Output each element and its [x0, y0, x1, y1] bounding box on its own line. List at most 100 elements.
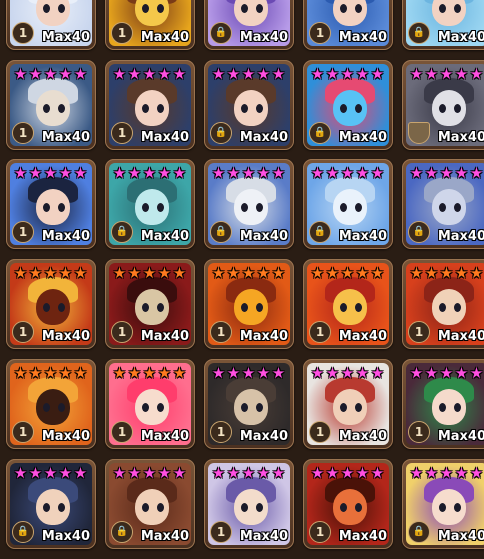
monster-card[interactable]: ★ ★ ★ ★ ★ 🔒 Max40 [105, 459, 195, 549]
monster-card[interactable]: ★ ★ ★ ★ ★ 1 Max40 [6, 359, 96, 449]
lock-icon[interactable]: 🔒 [408, 22, 430, 44]
monster-card[interactable]: ★ ★ ★ ★ ★ 🔒 Max40 [204, 60, 294, 150]
monster-portrait-frame: ★ ★ ★ ★ ★ 1 Max40 [10, 363, 92, 445]
lock-icon[interactable]: 🔒 [309, 122, 331, 144]
star-rating: ★ ★ ★ ★ ★ [310, 66, 385, 82]
lock-icon[interactable]: 🔒 [111, 221, 133, 243]
portrait-eye [157, 4, 164, 13]
monster-card[interactable]: 🔒 Max40 [204, 0, 294, 50]
monster-portrait-frame: ★ ★ ★ ★ ★ 🔒 Max40 [406, 463, 484, 545]
count-badge[interactable]: 1 [12, 321, 34, 343]
count-badge[interactable]: 1 [408, 421, 430, 443]
star-rating: ★ ★ ★ ★ ★ [112, 165, 187, 181]
count-badge[interactable]: 1 [309, 421, 331, 443]
star-icon: ★ [424, 164, 439, 182]
lock-icon[interactable]: 🔒 [111, 521, 133, 543]
lock-icon[interactable]: 🔒 [309, 221, 331, 243]
count-badge[interactable]: 1 [111, 22, 133, 44]
monster-card[interactable]: ★ ★ ★ ★ ★ 1 Max40 [204, 259, 294, 349]
count-badge[interactable]: 1 [408, 321, 430, 343]
portrait-eye [340, 303, 347, 312]
star-icon: ★ [256, 164, 271, 182]
star-icon: ★ [271, 264, 286, 282]
star-icon: ★ [112, 464, 127, 482]
monster-card[interactable]: ★ ★ ★ ★ ★ 🔒 Max40 [6, 459, 96, 549]
monster-card[interactable]: ★ ★ ★ ★ ★ 1 Max40 [402, 359, 484, 449]
star-icon: ★ [469, 464, 484, 482]
monster-card[interactable]: ★ ★ ★ ★ ★ 🔒 Max40 [204, 159, 294, 249]
star-icon: ★ [43, 364, 58, 382]
monster-card[interactable]: ★ ★ ★ ★ ★ Max40 [402, 60, 484, 150]
monster-portrait-frame: ★ ★ ★ ★ ★ Max40 [406, 64, 484, 146]
lock-icon[interactable]: 🔒 [408, 521, 430, 543]
star-icon: ★ [241, 264, 256, 282]
monster-card[interactable]: ★ ★ ★ ★ ★ 1 Max40 [303, 359, 393, 449]
star-icon: ★ [73, 364, 88, 382]
portrait-eye [241, 503, 248, 512]
monster-portrait-frame: 🔒 Max40 [208, 0, 290, 46]
star-icon: ★ [211, 464, 226, 482]
star-icon: ★ [112, 364, 127, 382]
count-badge[interactable]: 1 [210, 321, 232, 343]
lock-icon[interactable]: 🔒 [12, 521, 34, 543]
monster-portrait-frame: ★ ★ ★ ★ ★ 1 Max40 [307, 263, 389, 345]
monster-card[interactable]: ★ ★ ★ ★ ★ 🔒 Max40 [303, 60, 393, 150]
level-label: Max40 [338, 30, 387, 45]
star-rating: ★ ★ ★ ★ ★ [112, 465, 187, 481]
shield-icon[interactable] [408, 122, 430, 144]
count-badge[interactable]: 1 [309, 321, 331, 343]
monster-card[interactable]: ★ ★ ★ ★ ★ 1 Max40 [105, 60, 195, 150]
lock-icon[interactable]: 🔒 [408, 221, 430, 243]
monster-portrait-frame: ★ ★ ★ ★ ★ 1 Max40 [10, 263, 92, 345]
monster-card[interactable]: ★ ★ ★ ★ ★ 🔒 Max40 [105, 159, 195, 249]
monster-card[interactable]: ★ ★ ★ ★ ★ 1 Max40 [402, 259, 484, 349]
count-badge[interactable]: 1 [111, 321, 133, 343]
monster-card[interactable]: ★ ★ ★ ★ ★ 1 Max40 [204, 459, 294, 549]
monster-card[interactable]: ★ ★ ★ ★ ★ 1 Max40 [6, 259, 96, 349]
portrait-eye [142, 104, 149, 113]
count-badge[interactable]: 1 [111, 421, 133, 443]
monster-card[interactable]: ★ ★ ★ ★ ★ 🔒 Max40 [303, 159, 393, 249]
monster-card[interactable]: ★ ★ ★ ★ ★ 1 Max40 [105, 359, 195, 449]
lock-icon[interactable]: 🔒 [210, 221, 232, 243]
star-rating: ★ ★ ★ ★ ★ [112, 66, 187, 82]
count-badge[interactable]: 1 [12, 122, 34, 144]
count-badge[interactable]: 1 [309, 22, 331, 44]
monster-card[interactable]: ★ ★ ★ ★ ★ 1 Max40 [6, 159, 96, 249]
count-badge[interactable]: 1 [12, 221, 34, 243]
monster-card[interactable]: ★ ★ ★ ★ ★ 1 Max40 [105, 259, 195, 349]
portrait-eye [355, 104, 362, 113]
star-icon: ★ [58, 65, 73, 83]
star-rating: ★ ★ ★ ★ ★ [211, 265, 286, 281]
monster-card[interactable]: 1 Max40 [6, 0, 96, 50]
star-rating: ★ ★ ★ ★ ★ [13, 165, 88, 181]
star-rating: ★ ★ ★ ★ ★ [13, 465, 88, 481]
star-icon: ★ [340, 164, 355, 182]
count-badge[interactable]: 1 [12, 421, 34, 443]
monster-grid: 1 Max40 1 Max40 🔒 Max40 1 Max40 🔒 Max40 ★ ★ ★ ★ ★ 1 Max4… [0, 0, 484, 559]
count-badge[interactable]: 1 [12, 22, 34, 44]
star-icon: ★ [325, 164, 340, 182]
portrait-eye [340, 203, 347, 212]
lock-icon[interactable]: 🔒 [210, 22, 232, 44]
portrait-eye [355, 4, 362, 13]
monster-card[interactable]: 1 Max40 [105, 0, 195, 50]
star-icon: ★ [241, 164, 256, 182]
monster-card[interactable]: ★ ★ ★ ★ ★ 1 Max40 [6, 60, 96, 150]
count-badge[interactable]: 1 [210, 521, 232, 543]
count-badge[interactable]: 1 [210, 421, 232, 443]
count-badge[interactable]: 1 [111, 122, 133, 144]
monster-card[interactable]: ★ ★ ★ ★ ★ 1 Max40 [204, 359, 294, 449]
monster-card[interactable]: ★ ★ ★ ★ ★ 1 Max40 [303, 259, 393, 349]
portrait-eye [58, 403, 65, 412]
count-badge[interactable]: 1 [309, 521, 331, 543]
level-label: Max40 [239, 30, 288, 45]
monster-card[interactable]: 1 Max40 [303, 0, 393, 50]
monster-card[interactable]: 🔒 Max40 [402, 0, 484, 50]
star-icon: ★ [325, 65, 340, 83]
monster-card[interactable]: ★ ★ ★ ★ ★ 🔒 Max40 [402, 159, 484, 249]
monster-card[interactable]: ★ ★ ★ ★ ★ 🔒 Max40 [402, 459, 484, 549]
star-icon: ★ [157, 364, 172, 382]
monster-card[interactable]: ★ ★ ★ ★ ★ 1 Max40 [303, 459, 393, 549]
lock-icon[interactable]: 🔒 [210, 122, 232, 144]
